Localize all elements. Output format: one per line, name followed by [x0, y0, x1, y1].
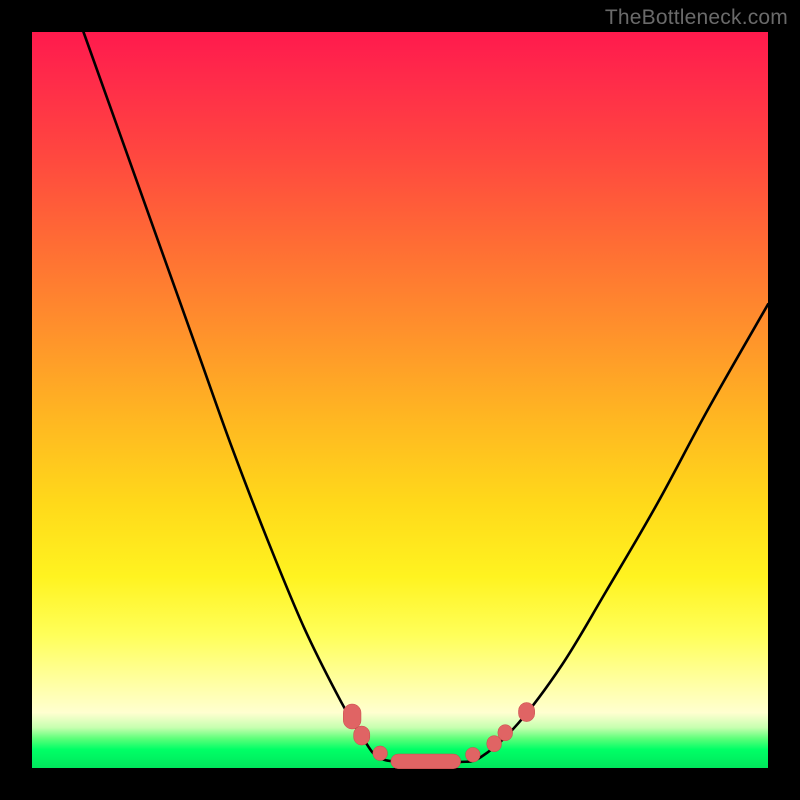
bottleneck-marker [466, 747, 481, 762]
bottleneck-markers [343, 703, 534, 769]
chart-svg [32, 32, 768, 768]
bottleneck-curve [84, 32, 769, 764]
bottleneck-marker [519, 703, 535, 722]
bottleneck-marker [498, 725, 513, 741]
bottleneck-marker [343, 704, 361, 729]
bottleneck-marker [354, 726, 370, 745]
plot-area [32, 32, 768, 768]
curve-line [84, 32, 769, 764]
watermark-text: TheBottleneck.com [605, 6, 788, 30]
outer-frame: TheBottleneck.com [0, 0, 800, 800]
bottleneck-marker [373, 746, 388, 761]
bottleneck-marker [391, 754, 461, 769]
